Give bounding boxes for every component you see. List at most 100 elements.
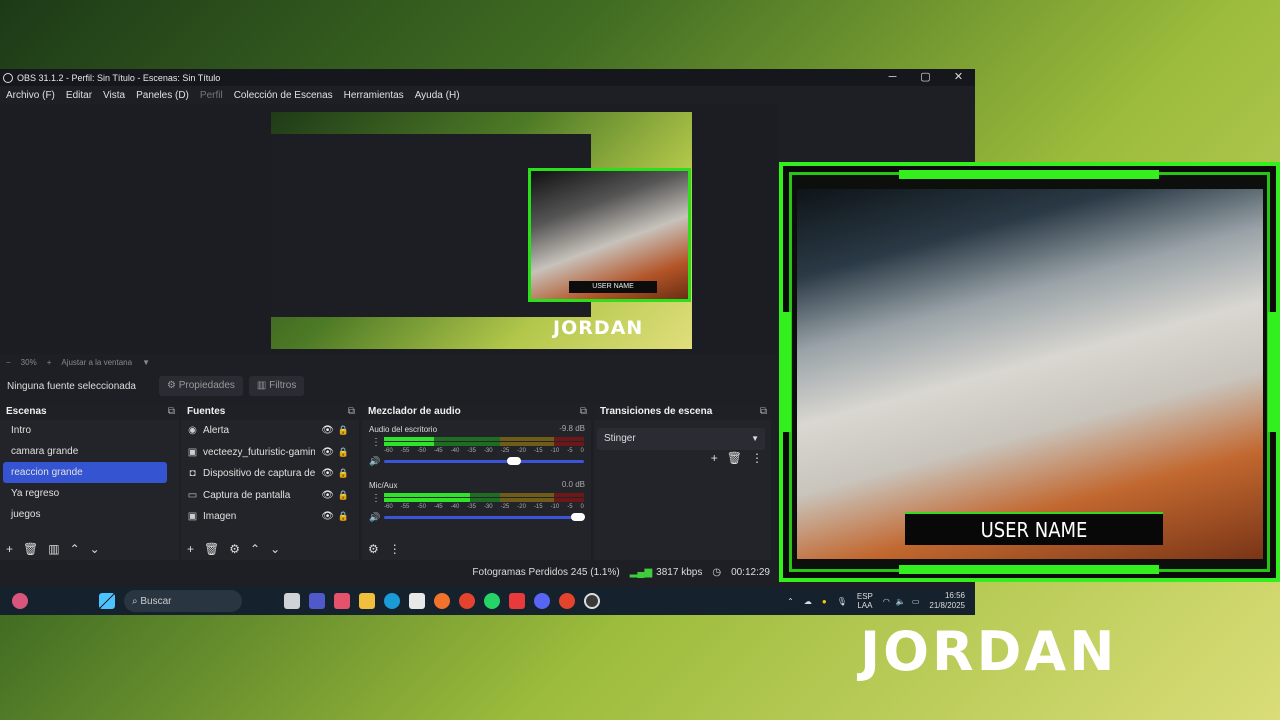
filter-icon[interactable]: ▥ xyxy=(48,542,59,556)
lock-icon[interactable]: 🔒 xyxy=(338,468,349,479)
chevron-up-icon[interactable]: ⌃ xyxy=(787,597,794,606)
volume-icon[interactable]: 🔈 xyxy=(896,597,906,606)
battery-icon[interactable]: ▭ xyxy=(912,597,920,606)
speaker-icon[interactable]: 🔊 xyxy=(369,456,380,467)
source-item[interactable]: ▣ vecteezy_futuristic-gaming 👁 🔒 xyxy=(181,442,359,464)
move-down-icon[interactable]: ⌄ xyxy=(270,542,280,556)
obs-icon[interactable] xyxy=(584,593,600,609)
scene-item[interactable]: juegos xyxy=(3,504,167,525)
more-vertical-icon[interactable]: ⋮ xyxy=(751,451,763,465)
add-scene-icon[interactable]: + xyxy=(6,542,13,556)
eye-icon[interactable]: 👁 xyxy=(321,511,334,522)
menu-paneles[interactable]: Paneles (D) xyxy=(136,90,189,101)
advanced-audio-icon[interactable]: ⚙ xyxy=(368,542,379,556)
undock-icon[interactable]: ⧉ xyxy=(580,404,587,420)
transition-select[interactable]: Stinger ▼ xyxy=(597,428,765,450)
trash-icon[interactable]: 🗑 xyxy=(727,451,742,465)
search-box[interactable]: ⌕ Buscar xyxy=(124,590,242,612)
app-icon[interactable] xyxy=(509,593,525,609)
window-title: OBS 31.1.2 - Perfil: Sin Título - Escena… xyxy=(17,72,221,83)
more-vertical-icon[interactable]: ⋮ xyxy=(389,542,401,556)
no-source-label: Ninguna fuente seleccionada xyxy=(7,380,136,392)
lock-icon[interactable]: 🔒 xyxy=(338,425,349,436)
more-vertical-icon[interactable]: ⋮ xyxy=(371,493,381,504)
add-source-icon[interactable]: + xyxy=(187,542,194,556)
eye-icon[interactable]: 👁 xyxy=(321,447,334,458)
discord-icon[interactable] xyxy=(534,593,550,609)
add-transition-icon[interactable]: + xyxy=(711,451,718,465)
zoom-out-button[interactable]: − xyxy=(6,358,11,367)
source-item[interactable]: ▭ Captura de pantalla 👁 🔒 xyxy=(181,485,359,507)
slider-handle[interactable] xyxy=(571,513,585,521)
tray-app-icon[interactable]: ● xyxy=(822,597,827,606)
clock[interactable]: 16:56 21/8/2025 xyxy=(929,591,965,611)
weather-icon[interactable] xyxy=(12,593,28,609)
close-button[interactable]: ✕ xyxy=(942,69,975,86)
slider-handle[interactable] xyxy=(507,457,521,465)
frame-accent-bottom xyxy=(899,565,1159,574)
undock-icon[interactable]: ⧉ xyxy=(168,404,175,420)
scene-item-selected[interactable]: reaccion grande xyxy=(3,462,167,483)
preview-canvas[interactable]: USER NAME JORDAN xyxy=(271,112,692,349)
trash-icon[interactable]: 🗑 xyxy=(204,542,219,556)
menu-herramientas[interactable]: Herramientas xyxy=(344,90,404,101)
speaker-icon[interactable]: 🔊 xyxy=(369,512,380,523)
zoom-in-button[interactable]: + xyxy=(47,358,52,367)
properties-button[interactable]: ⚙ Propiedades xyxy=(159,376,243,396)
gear-icon[interactable]: ⚙ xyxy=(229,542,240,556)
move-up-icon[interactable]: ⌃ xyxy=(250,542,260,556)
source-item[interactable]: ◉ Alerta 👁 🔒 xyxy=(181,420,359,442)
lock-icon[interactable]: 🔒 xyxy=(338,490,349,501)
scale-tick: -60 xyxy=(384,448,393,454)
undock-icon[interactable]: ⧉ xyxy=(348,404,355,420)
scene-item[interactable]: Ya regreso xyxy=(3,483,167,504)
move-down-icon[interactable]: ⌄ xyxy=(90,542,100,556)
copilot-icon[interactable] xyxy=(334,593,350,609)
volume-slider[interactable] xyxy=(384,457,584,465)
teams-icon[interactable] xyxy=(309,593,325,609)
cloud-icon[interactable]: ☁ xyxy=(804,597,812,606)
minimize-button[interactable]: ─ xyxy=(876,69,909,86)
chrome-icon[interactable] xyxy=(459,593,475,609)
whatsapp-icon[interactable] xyxy=(484,593,500,609)
move-up-icon[interactable]: ⌃ xyxy=(70,542,80,556)
filters-button[interactable]: ▥ Filtros xyxy=(248,376,305,396)
menu-perfil[interactable]: Perfil xyxy=(200,90,223,101)
chrome-icon[interactable] xyxy=(559,593,575,609)
menu-coleccion[interactable]: Colección de Escenas xyxy=(234,90,333,101)
eye-icon[interactable]: 👁 xyxy=(321,425,334,436)
store-icon[interactable] xyxy=(409,593,425,609)
language-indicator[interactable]: ESP LAA xyxy=(857,592,873,610)
wifi-icon[interactable]: ◠ xyxy=(883,597,890,606)
fit-window-label[interactable]: Ajustar a la ventana xyxy=(61,358,132,367)
zoom-bar: − 30% + Ajustar a la ventana ▼ xyxy=(0,354,778,370)
menu-archivo[interactable]: Archivo (F) xyxy=(6,90,55,101)
menu-ayuda[interactable]: Ayuda (H) xyxy=(415,90,460,101)
edge-icon[interactable] xyxy=(384,593,400,609)
undock-icon[interactable]: ⧉ xyxy=(760,404,767,420)
eye-icon[interactable]: 👁 xyxy=(321,490,334,501)
preview-cam-name: USER NAME xyxy=(569,281,657,293)
start-icon[interactable] xyxy=(99,593,115,609)
scale-tick: -10 xyxy=(550,504,560,510)
more-vertical-icon[interactable]: ⋮ xyxy=(371,437,381,448)
volume-slider[interactable] xyxy=(384,513,585,521)
chevron-down-icon[interactable]: ▼ xyxy=(142,358,150,367)
scene-item[interactable]: Intro xyxy=(3,420,167,441)
folder-icon[interactable] xyxy=(359,593,375,609)
firefox-icon[interactable] xyxy=(434,593,450,609)
menu-editar[interactable]: Editar xyxy=(66,90,92,101)
source-item[interactable]: ▣ Imagen 👁 🔒 xyxy=(181,506,359,528)
mic-icon[interactable]: 🎙 xyxy=(837,597,847,606)
maximize-button[interactable]: ▢ xyxy=(909,69,942,86)
trash-icon[interactable]: 🗑 xyxy=(23,542,38,556)
menu-vista[interactable]: Vista xyxy=(103,90,125,101)
lock-icon[interactable]: 🔒 xyxy=(338,511,349,522)
scene-item[interactable]: camara grande xyxy=(3,441,167,462)
dropped-frames: Fotogramas Perdidos 245 (1.1%) xyxy=(472,567,620,578)
channel-db: -9.8 dB xyxy=(559,424,585,433)
source-item[interactable]: ◘Dispositivo de captura de vídeo👁🔒 xyxy=(181,463,359,485)
eye-icon[interactable]: 👁 xyxy=(321,468,334,479)
lock-icon[interactable]: 🔒 xyxy=(338,447,349,458)
task-view-icon[interactable] xyxy=(284,593,300,609)
